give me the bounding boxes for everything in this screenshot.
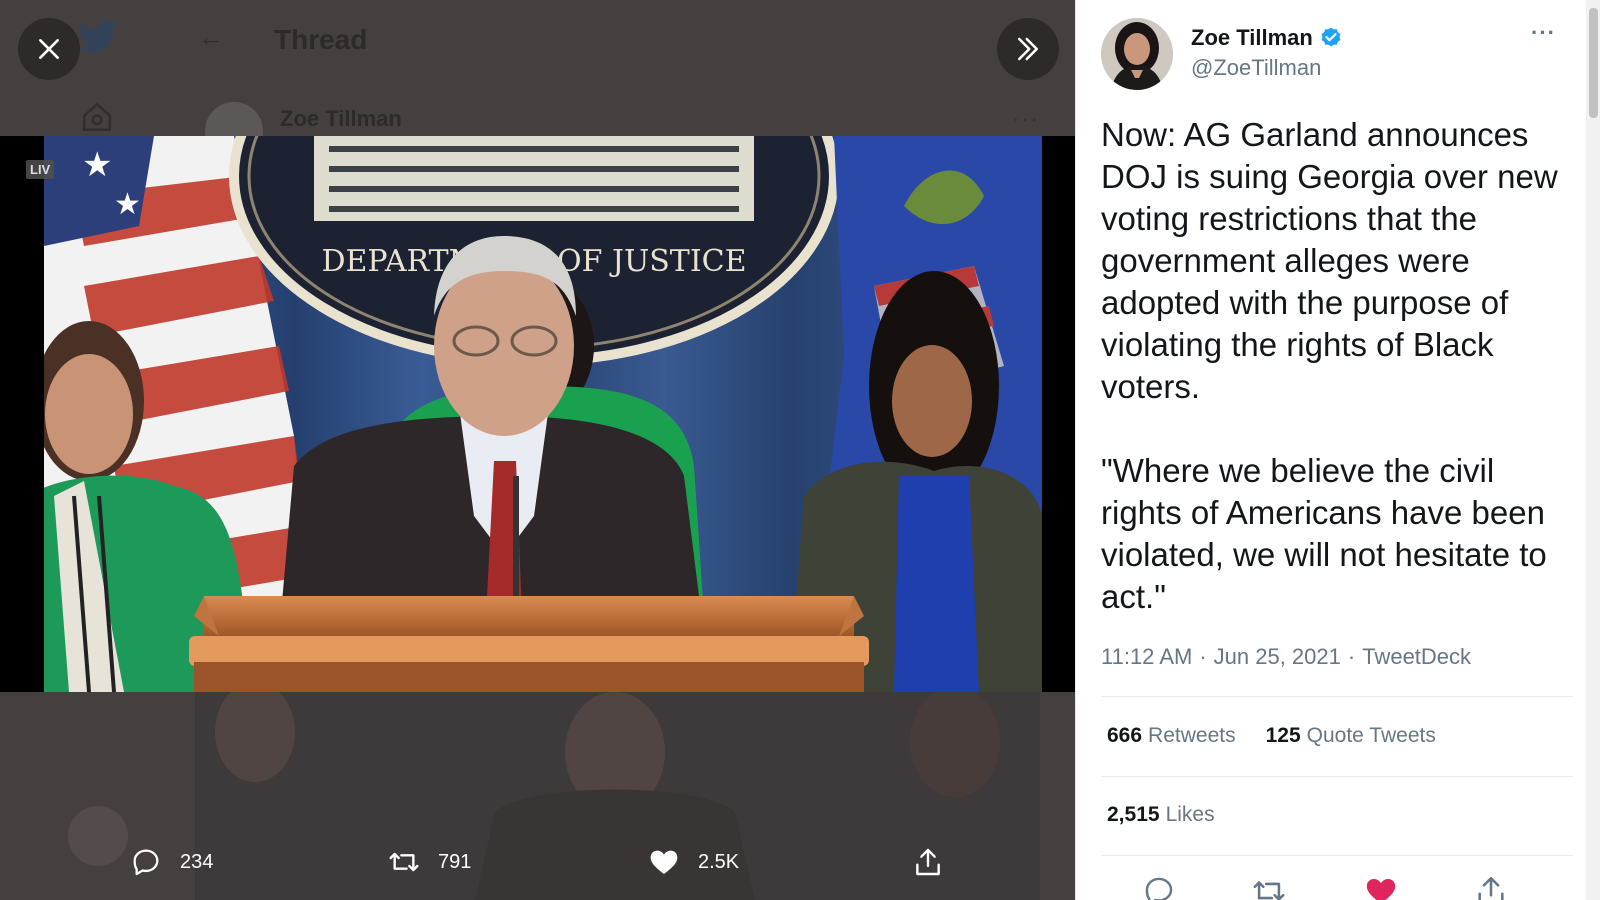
tweet-source[interactable]: TweetDeck xyxy=(1362,644,1471,670)
heart-icon[interactable] xyxy=(1364,874,1398,900)
back-arrow-icon: ← xyxy=(198,22,224,52)
media-viewer: ← Thread Zoe Tillman ··· ★ ★ DEPARTMENT … xyxy=(0,0,1075,900)
like-count: 2.5K xyxy=(698,850,740,873)
reply-icon[interactable] xyxy=(1142,874,1176,900)
close-button[interactable] xyxy=(18,18,80,80)
share-stats: 666 Retweets 125 Quote Tweets xyxy=(1107,724,1466,748)
svg-text:★: ★ xyxy=(114,187,141,222)
retweets-count: 666 xyxy=(1107,724,1143,747)
reply-button[interactable]: 234 xyxy=(130,846,213,878)
reply-icon xyxy=(133,849,159,876)
tweet-text: Now: AG Garland announces DOJ is suing G… xyxy=(1101,116,1558,615)
tweet-panel: Zoe Tillman @ZoeTillman ··· Now: AG Garl… xyxy=(1075,0,1600,900)
quote-tweets-stat[interactable]: 125 Quote Tweets xyxy=(1266,724,1436,748)
video-frame: ★ ★ DEPARTMENT OF JUSTICE xyxy=(44,136,1042,692)
retweets-stat[interactable]: 666 Retweets xyxy=(1107,724,1236,748)
close-icon xyxy=(39,39,59,59)
twitter-logo-icon xyxy=(78,20,118,53)
retweets-label: Retweets xyxy=(1148,724,1236,747)
likes-count: 2,515 xyxy=(1107,803,1160,826)
scrollbar-thumb[interactable] xyxy=(1589,8,1598,118)
retweet-icon xyxy=(389,852,419,872)
divider xyxy=(1101,855,1573,856)
retweet-button[interactable]: 791 xyxy=(388,846,471,878)
quote-tweets-label: Quote Tweets xyxy=(1306,724,1436,747)
live-badge: LIV xyxy=(26,160,55,179)
background-more-icon: ··· xyxy=(1012,106,1040,131)
more-icon[interactable]: ··· xyxy=(1531,20,1556,46)
share-button[interactable] xyxy=(912,846,962,878)
tweet-date[interactable]: Jun 25, 2021 xyxy=(1214,644,1341,670)
reply-count: 234 xyxy=(180,850,214,873)
share-icon[interactable] xyxy=(1474,874,1508,900)
divider xyxy=(1101,776,1573,777)
avatar[interactable] xyxy=(1101,18,1173,90)
divider xyxy=(1101,696,1573,697)
svg-text:★: ★ xyxy=(82,145,112,185)
share-icon xyxy=(916,848,940,876)
thread-title: Thread xyxy=(274,24,368,55)
background-author-name: Zoe Tillman xyxy=(280,106,402,131)
background-thread-header: ← Thread Zoe Tillman ··· xyxy=(0,0,1075,160)
avatar-image xyxy=(1101,18,1173,90)
background-reply-avatar xyxy=(68,806,128,866)
retweet-icon[interactable] xyxy=(1252,874,1286,900)
meta-separator: · xyxy=(1347,644,1356,669)
author-handle[interactable]: @ZoeTillman xyxy=(1191,55,1321,81)
meta-separator: · xyxy=(1199,644,1207,669)
quote-tweets-count: 125 xyxy=(1265,724,1301,747)
likes-stat[interactable]: 2,515 Likes xyxy=(1107,803,1215,827)
verified-icon xyxy=(1321,27,1341,47)
home-icon xyxy=(82,102,112,132)
tweet-timestamp: 11:12 AM · Jun 25, 2021 · TweetDeck xyxy=(1101,644,1471,670)
like-button[interactable]: 2.5K xyxy=(648,846,739,878)
tweet-time[interactable]: 11:12 AM xyxy=(1101,644,1192,670)
retweet-count: 791 xyxy=(438,850,472,873)
likes-label: Likes xyxy=(1165,803,1215,826)
author-name-text: Zoe Tillman xyxy=(1191,25,1313,50)
expand-panel-button[interactable] xyxy=(997,18,1059,80)
scrollbar[interactable] xyxy=(1586,0,1600,900)
heart-icon xyxy=(650,850,678,874)
author-name[interactable]: Zoe Tillman xyxy=(1191,25,1343,51)
video-player[interactable]: ★ ★ DEPARTMENT OF JUSTICE LIV xyxy=(0,136,1075,692)
chevrons-right-icon xyxy=(1018,37,1038,61)
